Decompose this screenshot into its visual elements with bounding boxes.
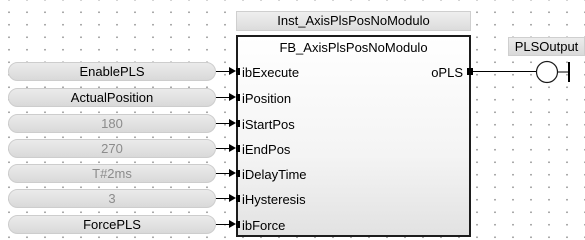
function-block[interactable]: FB_AxisPlsPosNoModulo ibExecute iPositio… bbox=[236, 35, 471, 237]
input-const-delaytime[interactable]: T#2ms bbox=[8, 164, 216, 183]
input-const-hysteresis[interactable]: 3 bbox=[8, 189, 216, 208]
input-wire bbox=[216, 97, 230, 98]
input-pin-marker bbox=[236, 68, 240, 75]
input-wire bbox=[216, 148, 230, 149]
input-var-actualposition[interactable]: ActualPosition bbox=[8, 88, 216, 107]
input-pin-marker bbox=[236, 195, 240, 202]
arrow-right-icon bbox=[229, 194, 236, 202]
pin-oPLS: oPLS bbox=[431, 65, 463, 80]
pin-iPosition: iPosition bbox=[242, 91, 292, 106]
block-type-label: FB_AxisPlsPosNoModulo bbox=[279, 40, 428, 55]
arrow-right-icon bbox=[229, 169, 236, 177]
pin-iStartPos: iStartPos bbox=[242, 117, 295, 132]
input-var-forcepls[interactable]: ForcePLS bbox=[8, 215, 216, 234]
input-wire bbox=[216, 173, 230, 174]
input-pin-marker bbox=[236, 221, 240, 228]
pin-iDelayTime: iDelayTime bbox=[242, 167, 307, 182]
input-pin-marker bbox=[236, 170, 240, 177]
power-rail bbox=[568, 62, 570, 82]
input-const-endpos[interactable]: 270 bbox=[8, 139, 216, 158]
arrow-right-icon bbox=[229, 67, 236, 75]
arrow-right-icon bbox=[229, 119, 236, 127]
arrow-right-icon bbox=[229, 144, 236, 152]
input-wire bbox=[216, 123, 230, 124]
input-const-startpos[interactable]: 180 bbox=[8, 114, 216, 133]
coil-icon[interactable] bbox=[534, 60, 574, 84]
coil-variable-label[interactable]: PLSOutput bbox=[508, 37, 585, 56]
input-wire bbox=[216, 224, 230, 225]
input-var-enablepls[interactable]: EnablePLS bbox=[8, 62, 216, 81]
input-pin-marker bbox=[236, 120, 240, 127]
arrow-right-icon bbox=[229, 93, 236, 101]
pin-ibExecute: ibExecute bbox=[242, 65, 300, 80]
pin-ibForce: ibForce bbox=[242, 218, 286, 233]
input-pin-marker bbox=[236, 94, 240, 101]
input-wire bbox=[216, 71, 230, 72]
arrow-right-icon bbox=[229, 220, 236, 228]
instance-name-label[interactable]: Inst_AxisPlsPosNoModulo bbox=[236, 11, 471, 31]
input-pin-marker bbox=[236, 145, 240, 152]
pin-iEndPos: iEndPos bbox=[242, 142, 291, 157]
output-wire bbox=[473, 71, 536, 72]
pin-iHysteresis: iHysteresis bbox=[242, 192, 306, 207]
input-wire bbox=[216, 198, 230, 199]
coil-circle bbox=[535, 60, 559, 84]
